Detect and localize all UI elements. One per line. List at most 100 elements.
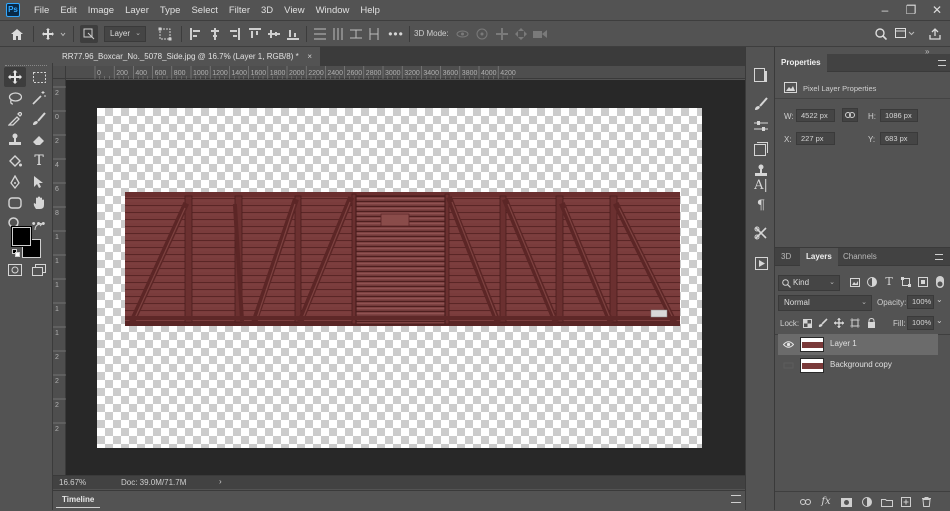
auto-select-target-dropdown[interactable]: Layer ⌄	[104, 26, 146, 42]
hand-tool-icon[interactable]	[28, 193, 50, 213]
type-tool-icon[interactable]: T	[28, 151, 50, 171]
menu-file[interactable]: File	[34, 5, 49, 16]
eye-hidden-icon[interactable]	[782, 360, 794, 371]
align-middle-v-icon[interactable]	[266, 26, 282, 42]
adjustments-icon[interactable]	[751, 116, 771, 136]
y-position-field[interactable]: 683 px	[880, 132, 918, 145]
align-top-icon[interactable]	[247, 26, 263, 42]
eye-visibility-icon[interactable]	[782, 339, 794, 350]
actions-panel-icon[interactable]	[751, 253, 771, 273]
foreground-color-swatch[interactable]	[11, 226, 32, 247]
minimize-button[interactable]: –	[872, 3, 898, 17]
search-icon[interactable]	[873, 26, 889, 42]
paint-bucket-icon[interactable]	[4, 151, 26, 171]
filter-adjustment-icon[interactable]	[866, 276, 878, 288]
lasso-icon[interactable]	[4, 88, 26, 108]
lock-all-icon[interactable]	[865, 317, 877, 329]
drag-3d-icon[interactable]	[494, 26, 510, 42]
layer-row-layer-1[interactable]: Layer 1	[778, 334, 938, 355]
menu-3d[interactable]: 3D	[261, 5, 273, 16]
ruler-origin[interactable]	[53, 66, 66, 79]
vertical-ruler[interactable]: 2 0 2 4 6 8 1 1 1 1 1 2 2 2 2	[53, 79, 66, 475]
menu-layer[interactable]: Layer	[125, 5, 149, 16]
document-tab[interactable]: RR77.96_Boxcar_No._5078_Side.jpg @ 16.7%…	[53, 47, 320, 66]
character-panel-icon[interactable]: A|	[751, 175, 771, 195]
slide-3d-icon[interactable]	[513, 26, 529, 42]
libraries-icon[interactable]	[751, 139, 771, 159]
pen-tool-icon[interactable]	[4, 172, 26, 192]
opacity-chevron-icon[interactable]: ⌄	[936, 295, 943, 304]
collapse-panels-icon[interactable]: »	[925, 47, 929, 56]
eyedropper-icon[interactable]	[4, 109, 26, 129]
properties-menu-icon[interactable]	[938, 60, 946, 66]
tool-presets-icon[interactable]	[751, 223, 771, 243]
filter-toggle-icon[interactable]	[934, 275, 946, 288]
swap-colors-icon[interactable]	[34, 223, 44, 231]
default-colors-icon[interactable]	[12, 249, 20, 257]
restore-button[interactable]: ❐	[898, 3, 924, 17]
workspace-switcher-icon[interactable]	[894, 26, 916, 42]
layer-1-name[interactable]: Layer 1	[830, 339, 857, 348]
eraser-icon[interactable]	[28, 130, 50, 150]
status-menu-arrow-icon[interactable]: ›	[219, 477, 222, 486]
move-tool-preset-icon[interactable]	[40, 26, 68, 42]
zoom-level[interactable]: 16.67%	[59, 478, 86, 487]
opacity-field[interactable]: 100%	[907, 295, 934, 309]
new-adjustment-layer-icon[interactable]	[861, 496, 873, 508]
filter-shape-icon[interactable]	[900, 276, 912, 288]
new-layer-icon[interactable]	[900, 496, 912, 508]
boxcar-side-image[interactable]	[125, 192, 680, 326]
layer-row-background-copy[interactable]: Background copy	[778, 355, 938, 376]
menu-filter[interactable]: Filter	[229, 5, 250, 16]
menu-help[interactable]: Help	[360, 5, 380, 16]
rectangular-marquee-icon[interactable]	[28, 67, 50, 87]
lock-image-pixels-icon[interactable]	[817, 317, 829, 329]
new-group-icon[interactable]	[881, 496, 893, 508]
align-right-icon[interactable]	[226, 26, 242, 42]
background-copy-name[interactable]: Background copy	[830, 360, 892, 369]
distribute-center-icon[interactable]	[330, 26, 346, 42]
fill-field[interactable]: 100%	[907, 316, 934, 330]
rectangle-shape-icon[interactable]	[4, 193, 26, 213]
align-left-icon[interactable]	[188, 26, 204, 42]
magic-wand-icon[interactable]	[28, 88, 50, 108]
add-layer-style-icon[interactable]: fx	[820, 495, 832, 508]
lock-artboard-icon[interactable]	[849, 317, 861, 329]
layers-menu-icon[interactable]	[935, 254, 943, 260]
filter-type-icon[interactable]: T	[883, 275, 895, 288]
width-field[interactable]: 4522 px	[796, 109, 835, 122]
link-layers-icon[interactable]	[799, 496, 811, 508]
path-selection-icon[interactable]	[28, 172, 50, 192]
menu-select[interactable]: Select	[191, 5, 217, 16]
align-bottom-icon[interactable]	[285, 26, 301, 42]
screen-mode-icon[interactable]	[28, 260, 50, 280]
delete-layer-icon[interactable]	[920, 496, 932, 508]
close-window-button[interactable]: ✕	[924, 3, 950, 17]
height-field[interactable]: 1086 px	[880, 109, 918, 122]
paragraph-panel-icon[interactable]: ¶	[751, 195, 771, 215]
quick-mask-icon[interactable]	[4, 260, 26, 280]
close-document-button[interactable]: ×	[307, 47, 312, 66]
menu-type[interactable]: Type	[160, 5, 181, 16]
x-position-field[interactable]: 227 px	[796, 132, 835, 145]
tab-3d[interactable]: 3D	[775, 248, 797, 266]
history-panel-icon[interactable]	[751, 65, 771, 85]
lock-transparent-pixels-icon[interactable]	[801, 317, 813, 329]
fill-chevron-icon[interactable]: ⌄	[936, 316, 943, 325]
share-icon[interactable]	[927, 26, 943, 42]
scale-3d-icon[interactable]	[532, 26, 548, 42]
more-options-icon[interactable]: •••	[386, 26, 406, 42]
move-tool-icon[interactable]	[4, 67, 26, 87]
filter-smart-object-icon[interactable]	[917, 276, 929, 288]
orbit-3d-icon[interactable]	[454, 26, 470, 42]
distribute-right-icon[interactable]	[366, 26, 382, 42]
blend-mode-dropdown[interactable]: Normal ⌄	[778, 295, 872, 311]
tab-properties[interactable]: Properties	[775, 54, 827, 72]
home-icon[interactable]	[8, 26, 26, 42]
distribute-top-icon[interactable]	[312, 26, 328, 42]
align-center-h-icon[interactable]	[207, 26, 223, 42]
roll-3d-icon[interactable]	[474, 26, 490, 42]
tab-layers[interactable]: Layers	[800, 248, 838, 266]
clone-stamp-icon[interactable]	[4, 130, 26, 150]
brush-icon[interactable]	[28, 109, 50, 129]
